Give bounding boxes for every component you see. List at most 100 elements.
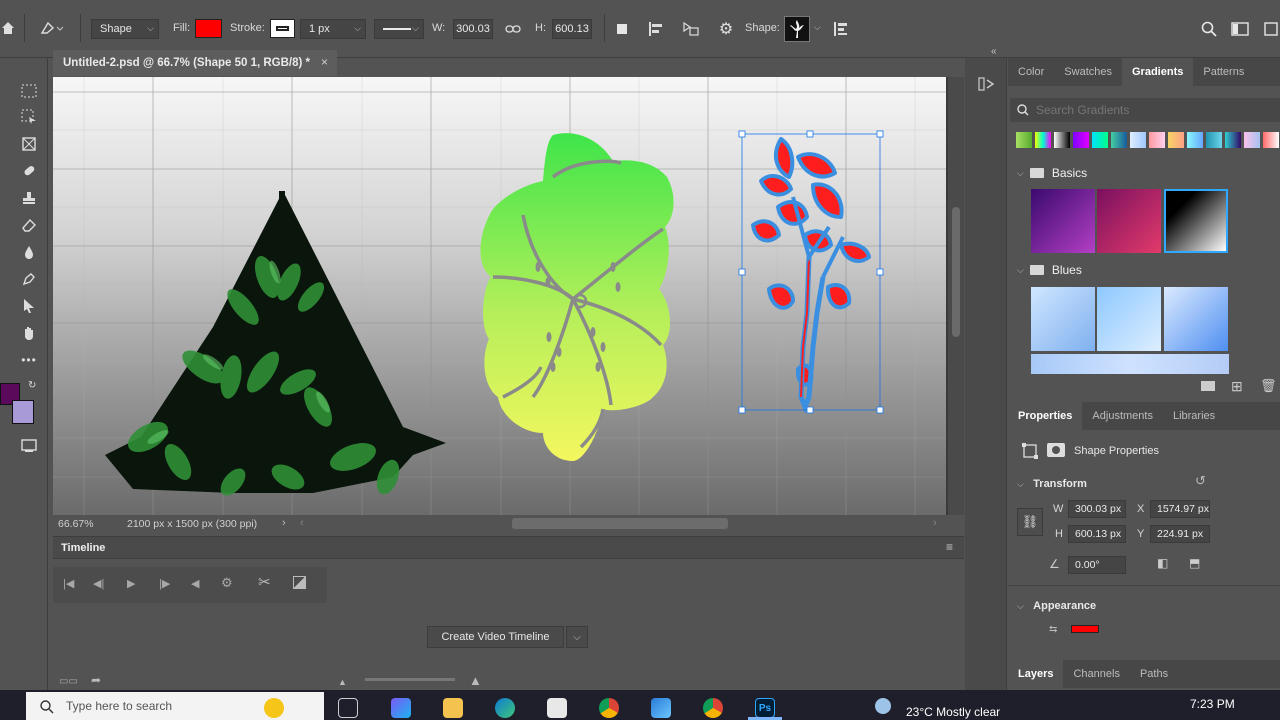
gradient-chip[interactable] (1035, 132, 1051, 148)
timeline-zoom-slider[interactable] (365, 678, 455, 681)
render-arrow-icon[interactable]: ➦ (91, 673, 101, 687)
vertical-scrollbar[interactable] (948, 77, 964, 515)
collapse-panels-icon[interactable]: « (991, 46, 997, 57)
edge-dev-icon[interactable] (391, 698, 411, 718)
object-selection-icon[interactable] (18, 106, 40, 128)
trash-icon[interactable]: 🗑 (1260, 378, 1277, 394)
swap-colors-icon[interactable]: ↻ (28, 380, 36, 391)
weather-text[interactable]: 23°C Mostly clear (906, 705, 1000, 719)
create-video-timeline-button[interactable]: Create Video Timeline (427, 626, 564, 648)
x-field[interactable]: 1574.97 px (1150, 500, 1210, 518)
path-arrangement-icon[interactable] (678, 19, 702, 39)
scroll-thumb[interactable] (952, 207, 960, 337)
pen-icon[interactable] (18, 268, 40, 290)
stroke-swatch[interactable] (270, 19, 295, 38)
chevron-down-icon[interactable]: ⌵ (814, 22, 821, 33)
new-gradient-icon[interactable]: ⊞ (1231, 378, 1243, 395)
gradient-chip[interactable] (1168, 132, 1184, 148)
gradient-swatch[interactable] (1097, 189, 1161, 253)
gradient-search-field[interactable] (1010, 98, 1280, 122)
photoshop-icon[interactable]: Ps (755, 698, 775, 718)
store-icon[interactable] (547, 698, 567, 718)
file-explorer-icon[interactable] (443, 698, 463, 718)
eraser-icon[interactable] (18, 214, 40, 236)
scroll-right-icon[interactable]: › (933, 517, 937, 529)
tab-patterns[interactable]: Patterns (1193, 58, 1254, 86)
next-frame-icon[interactable]: |▶ (159, 577, 170, 590)
gradient-chip[interactable] (1111, 132, 1127, 148)
gradient-chip[interactable] (1130, 132, 1146, 148)
edge-icon[interactable] (495, 698, 515, 718)
angle-field[interactable]: 0.00° (1068, 556, 1126, 574)
history-panel-icon[interactable] (977, 74, 997, 94)
stroke-width-dropdown[interactable]: 1 px ⌵ (300, 19, 366, 39)
gradient-chip[interactable] (1149, 132, 1165, 148)
transform-section-header[interactable]: ⌵ Transform (1017, 476, 1087, 490)
gradient-group-basics[interactable]: ⌵ Basics (1017, 166, 1087, 180)
gradient-chip[interactable] (1187, 132, 1203, 148)
height-input[interactable]: 600.13 (552, 19, 592, 39)
tab-properties[interactable]: Properties (1008, 402, 1083, 430)
gear-icon[interactable]: ⚙ (715, 19, 737, 39)
azure-icon[interactable] (651, 698, 671, 718)
gear-icon[interactable]: ⚙ (221, 575, 233, 591)
chevron-right-icon[interactable]: › (282, 517, 286, 529)
gradient-search-input[interactable] (1036, 101, 1256, 119)
split-scissors-icon[interactable]: ✂ (258, 573, 271, 591)
gradient-chip[interactable] (1206, 132, 1222, 148)
width-input[interactable]: 300.03 (453, 19, 493, 39)
tab-gradients[interactable]: Gradients (1122, 58, 1194, 86)
tab-channels[interactable]: Channels (1063, 660, 1129, 688)
close-icon[interactable]: × (321, 55, 328, 69)
path-operations-icon[interactable] (612, 19, 632, 39)
width-field[interactable]: 300.03 px (1068, 500, 1126, 518)
gradient-chip[interactable] (1092, 132, 1108, 148)
flip-horizontal-icon[interactable]: ◧ (1157, 556, 1168, 570)
flip-vertical-icon[interactable]: ⬒ (1189, 556, 1200, 570)
canvas[interactable] (53, 77, 946, 515)
gradient-chip[interactable] (1244, 132, 1260, 148)
gradient-swatch[interactable] (1031, 287, 1095, 351)
tab-layers[interactable]: Layers (1008, 660, 1064, 688)
transition-icon[interactable] (293, 576, 306, 589)
play-icon[interactable]: ▶ (127, 577, 135, 590)
clock-time[interactable]: 7:23 PM (1190, 697, 1235, 711)
horizontal-scroll-thumb[interactable] (512, 518, 728, 529)
chrome-icon-2[interactable] (703, 698, 723, 718)
tab-adjustments[interactable]: Adjustments (1082, 402, 1163, 430)
shape-picker[interactable] (784, 16, 810, 42)
crop-frame-icon[interactable] (18, 133, 40, 155)
gradient-chip[interactable] (1054, 132, 1070, 148)
highlight-star-icon[interactable] (264, 698, 284, 718)
gradient-chip[interactable] (1073, 132, 1089, 148)
weather-icon[interactable] (875, 698, 891, 714)
workspace-icon[interactable] (1229, 18, 1251, 40)
panel-menu-icon[interactable]: ≡ (946, 540, 953, 554)
folder-icon[interactable] (1201, 381, 1215, 391)
share-icon[interactable] (1262, 18, 1280, 40)
chrome-icon[interactable] (599, 698, 619, 718)
gradient-chip[interactable] (1225, 132, 1241, 148)
link-icon[interactable] (503, 20, 523, 38)
zoom-in-mountain-icon[interactable]: ▲ (469, 673, 482, 688)
background-color-swatch[interactable] (12, 400, 34, 424)
chevron-down-icon[interactable]: ⌵ (566, 626, 588, 648)
reset-icon[interactable]: ↺ (1195, 473, 1206, 489)
gradient-swatch-selected[interactable] (1164, 189, 1228, 253)
clone-stamp-icon[interactable] (18, 187, 40, 209)
path-alignment-icon[interactable] (645, 19, 667, 39)
home-icon[interactable] (0, 18, 16, 38)
tab-color[interactable]: Color (1008, 58, 1054, 86)
appearance-section-header[interactable]: ⌵ Appearance (1017, 598, 1096, 612)
film-strip-icon[interactable]: ▭▭ (59, 676, 78, 687)
gradient-chip[interactable] (1263, 132, 1279, 148)
zoom-level[interactable]: 66.67% (58, 518, 94, 530)
tab-swatches[interactable]: Swatches (1054, 58, 1122, 86)
align-edges-icon[interactable] (830, 18, 852, 40)
screen-mode-icon[interactable] (18, 435, 40, 457)
tool-mode-dropdown[interactable]: Shape ⌵ (91, 19, 159, 39)
zoom-out-mountain-icon[interactable]: ▲ (338, 677, 347, 687)
gradient-swatch[interactable] (1097, 287, 1161, 351)
more-tools-icon[interactable]: ••• (18, 349, 40, 371)
go-to-first-frame-icon[interactable]: |◀ (63, 577, 74, 590)
